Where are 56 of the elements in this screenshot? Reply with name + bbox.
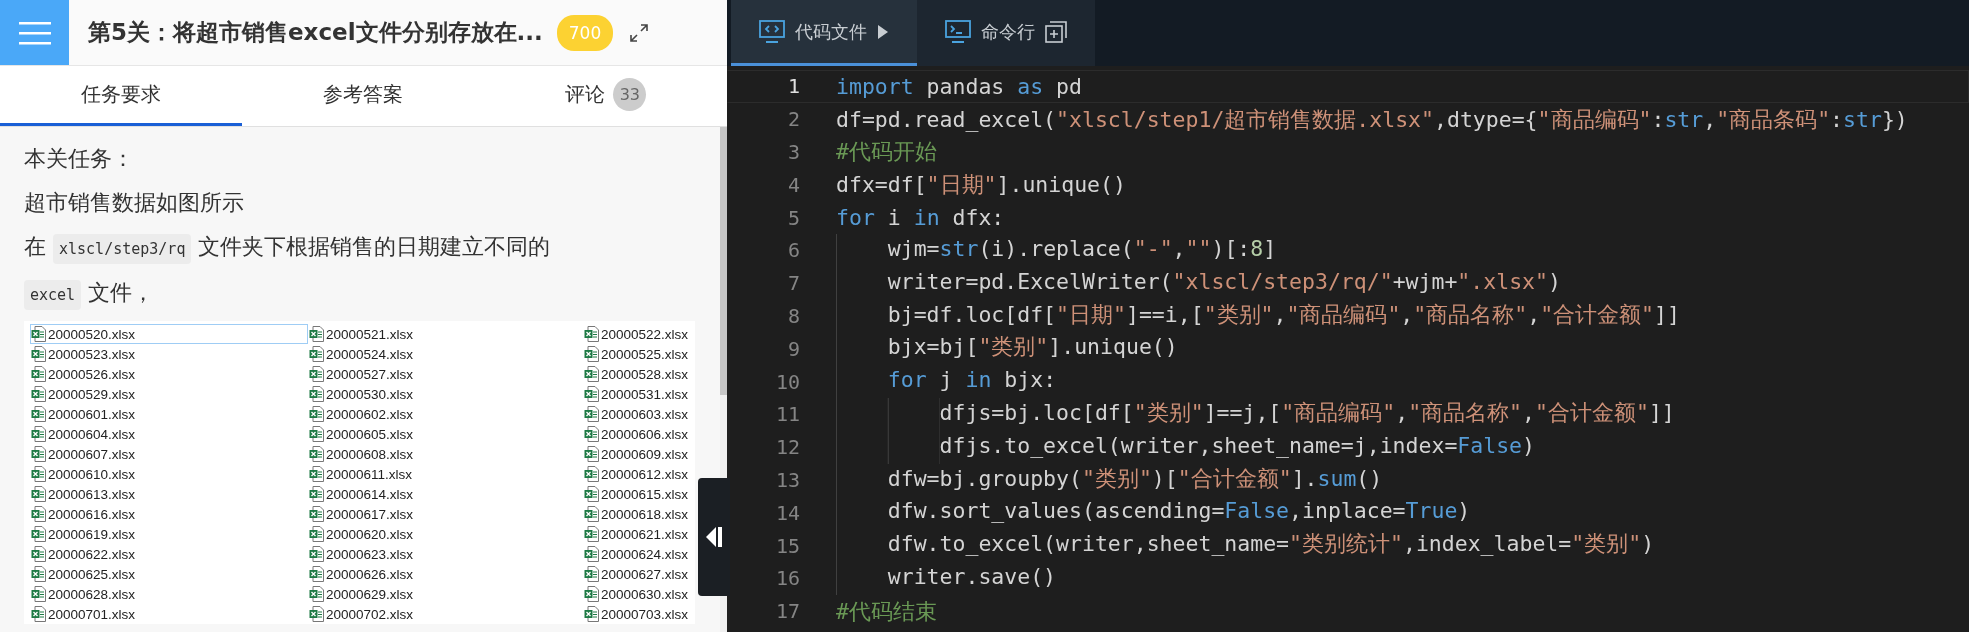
comment-count-badge: 33 — [613, 78, 647, 111]
code-line: wjm=str(i).replace("-","")[:8] — [836, 234, 1277, 267]
line-number: 1 — [786, 74, 800, 99]
line-number: 2 — [786, 107, 800, 132]
code-line: dfw.to_excel(writer,sheet_name="类别统计",index_label="类别") — [836, 529, 1655, 562]
expand-icon — [629, 22, 650, 43]
code-line: #代码结束 — [836, 597, 937, 626]
tab[interactable]: 任务要求 — [0, 66, 243, 126]
line-number: 13 — [774, 467, 800, 492]
code-line: dfjs.to_excel(writer,sheet_name=j,index=False) — [836, 430, 1535, 464]
line-number: 5 — [786, 205, 800, 230]
collapse-handle[interactable] — [698, 478, 730, 596]
code-line: df=pd.read_excel("xlscl/step1/超市销售数据.xlsx",dtype={"商品编码":str,"商品条码":str}) — [836, 105, 1908, 134]
play-icon[interactable] — [877, 23, 889, 40]
code-line: for j in bjx: — [836, 365, 1057, 398]
line-number: 9 — [786, 336, 800, 361]
code-line: dfw=bj.groupby("类别")["合计金额"].sum() — [836, 463, 1383, 497]
code-line: dfw.sort_values(ascending=False,inplace=True) — [836, 496, 1471, 530]
score-badge: 700 — [556, 14, 614, 51]
code-line: import pandas as pd — [836, 73, 1082, 99]
level-title: 第5关：将超市销售excel文件分别存放在... — [88, 18, 543, 47]
line-number: 16 — [774, 566, 800, 591]
terminal-icon — [945, 19, 971, 44]
code-line: for i in dfx: — [836, 205, 1005, 231]
line-number: 10 — [774, 369, 800, 394]
code-line: bj=df.loc[df["日期"]==i,["类别","商品编码","商品名称","合计金额"]] — [836, 299, 1680, 333]
menu-button[interactable] — [0, 0, 69, 65]
line-number: 14 — [774, 500, 800, 525]
line-number: 7 — [786, 271, 800, 296]
code-line: #代码开始 — [836, 138, 937, 167]
line-number: 17 — [774, 599, 800, 624]
tab[interactable]: 参考答案 — [242, 66, 485, 126]
code-line: dfx=df["日期"].unique() — [836, 171, 1126, 200]
line-number: 11 — [774, 402, 800, 427]
collapse-icon — [705, 526, 723, 548]
scrollbar-thumb[interactable] — [720, 127, 727, 395]
line-number: 4 — [786, 172, 800, 197]
editor-tab[interactable]: 代码文件 — [731, 0, 917, 66]
paragraph: 超市销售数据如图所示 — [24, 189, 245, 217]
menu-icon — [18, 20, 51, 45]
code-line: writer=pd.ExcelWriter("xlscl/step3/rq/"+wjm+".xlsx") — [836, 266, 1561, 300]
new-window-icon[interactable] — [1045, 20, 1067, 43]
line-number: 3 — [786, 140, 800, 164]
line-number: 15 — [774, 533, 800, 558]
file-list-picture: 20000520.xlsx 20000521.xlsx 20000522.xlsx 20000523.xlsx 20000524.xlsx 20000525.xlsx 20000526.xlsx 20000527.xlsx 20000528.xlsx 20000529.xlsx 20000530.xlsx 20000531.xlsx 20000601.xlsx 20000602.xlsx 20000603.xlsx 20000604.xlsx 20000605.xlsx 20000606.xlsx 20000607.xlsx 20000608.xlsx 20000609.xlsx 20000610.xlsx 20000611.xlsx 20000612.xlsx 20000613.xlsx 20000614.xlsx 20000615.xlsx 20000616.xlsx 20000617.xlsx 20000618.xlsx 20000619.xlsx 20000620.xlsx 20000621.xlsx 20000622.xlsx 20000623.xlsx 20000624.xlsx 20000625.xlsx 20000626.xlsx 20000627.xlsx 20000628.xlsx 20000629.xlsx 20000630.xlsx 20000701.xlsx 20000702.xlsx 20000703.xlsx — [24, 321, 695, 624]
paragraph: 在 xlscl/step3/rq 文件夹下根据销售的日期建立不同的 excel 文件， — [24, 225, 584, 317]
line-number: 6 — [786, 238, 800, 263]
editor-tab[interactable]: 命令行 — [917, 0, 1095, 66]
code-window-icon — [759, 19, 785, 44]
line-number: 12 — [774, 435, 800, 460]
code-line: dfjs=bj.loc[df["类别"]==j,["商品编码","商品名称","合计金额"]] — [836, 397, 1675, 431]
code-line: writer.save() — [836, 561, 1057, 595]
paragraph: 本关任务： — [24, 145, 135, 173]
tab[interactable]: 评论 33 — [484, 66, 727, 126]
code-line: bjx=bj["类别"].unique() — [836, 332, 1178, 366]
line-number: 8 — [786, 303, 800, 328]
